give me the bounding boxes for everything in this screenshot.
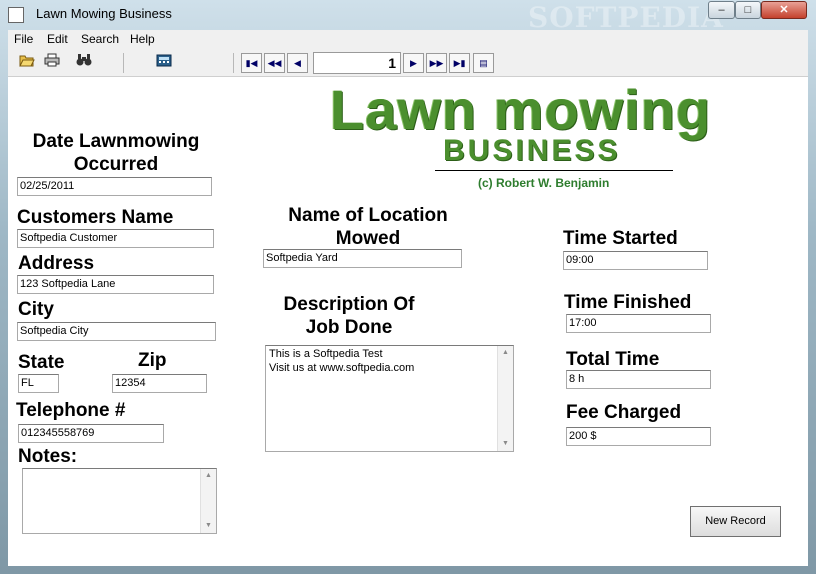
customer-field[interactable]: Softpedia Customer xyxy=(17,229,214,248)
notes-label: Notes: xyxy=(18,446,78,467)
minimize-button[interactable]: – xyxy=(708,1,735,19)
time-finished-label: Time Finished xyxy=(564,292,692,313)
notes-scrollbar[interactable]: ▲ ▼ xyxy=(200,469,216,533)
description-label-line1: Description Of xyxy=(283,294,415,315)
customer-label: Customers Name xyxy=(17,207,174,228)
time-started-label: Time Started xyxy=(563,228,678,249)
toolbar-separator xyxy=(123,53,124,73)
description-line: Visit us at www.softpedia.com xyxy=(269,362,415,374)
location-label-line2: Mowed xyxy=(335,228,401,249)
notes-textarea[interactable]: ▲ ▼ xyxy=(22,468,217,534)
maximize-button[interactable]: □ xyxy=(735,1,761,19)
scroll-down-icon[interactable]: ▼ xyxy=(201,519,216,533)
description-label: Description Of Job Done xyxy=(263,293,435,339)
next-record-icon[interactable]: ▶ xyxy=(403,53,424,73)
find-binoculars-icon[interactable] xyxy=(73,53,95,73)
title-bar[interactable]: Lawn Mowing Business SOFTPEDIA – □ ✕ xyxy=(0,0,816,34)
description-scrollbar[interactable]: ▲ ▼ xyxy=(497,346,513,451)
toolbar-separator xyxy=(233,53,234,73)
menu-file[interactable]: File xyxy=(14,32,33,46)
previous-record-icon[interactable]: ◀ xyxy=(287,53,308,73)
location-label-line1: Name of Location xyxy=(288,205,448,226)
state-field[interactable]: FL xyxy=(18,374,59,393)
close-button[interactable]: ✕ xyxy=(761,1,807,19)
time-finished-field[interactable]: 17:00 xyxy=(566,314,711,333)
record-properties-icon[interactable]: ▤ xyxy=(473,53,494,73)
menu-bar: File Edit Search Help xyxy=(8,30,808,51)
date-label: Date Lawnmowing Occurred xyxy=(14,130,218,176)
telephone-field[interactable]: 012345558769 xyxy=(18,424,164,443)
window-title: Lawn Mowing Business xyxy=(36,6,172,21)
open-folder-icon[interactable] xyxy=(16,53,38,73)
zip-field[interactable]: 12354 xyxy=(112,374,207,393)
menu-edit[interactable]: Edit xyxy=(47,32,68,46)
total-time-field[interactable]: 8 h xyxy=(566,370,711,389)
scroll-up-icon[interactable]: ▲ xyxy=(498,346,513,360)
copyright-text: (c) Robert W. Benjamin xyxy=(478,176,610,190)
state-label: State xyxy=(18,352,65,373)
scroll-down-icon[interactable]: ▼ xyxy=(498,437,513,451)
previous-page-icon[interactable]: ◀◀ xyxy=(264,53,285,73)
menu-help[interactable]: Help xyxy=(130,32,155,46)
description-label-line2: Job Done xyxy=(305,317,393,338)
fee-label: Fee Charged xyxy=(566,402,682,423)
last-record-icon[interactable]: ▶▮ xyxy=(449,53,470,73)
telephone-label: Telephone # xyxy=(16,400,126,421)
date-field[interactable]: 02/25/2011 xyxy=(17,177,212,196)
time-started-field[interactable]: 09:00 xyxy=(563,251,708,270)
address-label: Address xyxy=(18,253,95,274)
scroll-up-icon[interactable]: ▲ xyxy=(201,469,216,483)
description-line: This is a Softpedia Test xyxy=(269,348,383,360)
fee-field[interactable]: 200 $ xyxy=(566,427,711,446)
new-record-button[interactable]: New Record xyxy=(690,506,781,537)
app-window: Lawn Mowing Business SOFTPEDIA – □ ✕ Fil… xyxy=(0,0,816,574)
location-field[interactable]: Softpedia Yard xyxy=(263,249,462,268)
address-field[interactable]: 123 Softpedia Lane xyxy=(17,275,214,294)
next-page-icon[interactable]: ▶▶ xyxy=(426,53,447,73)
location-label: Name of Location Mowed xyxy=(263,204,473,250)
date-label-line2: Occurred xyxy=(73,154,159,175)
city-label: City xyxy=(18,299,54,320)
first-record-icon[interactable]: ▮◀ xyxy=(241,53,262,73)
menu-search[interactable]: Search xyxy=(81,32,119,46)
total-time-label: Total Time xyxy=(566,349,660,370)
app-icon[interactable] xyxy=(8,7,24,23)
logo-title: Lawn mowing xyxy=(330,78,712,141)
zip-label: Zip xyxy=(138,350,167,371)
print-icon[interactable] xyxy=(41,53,63,73)
description-textarea[interactable]: This is a Softpedia Test Visit us at www… xyxy=(265,345,514,452)
toolbar: ▮◀ ◀◀ ◀ ▶ ▶▶ ▶▮ ▤ xyxy=(8,50,808,77)
city-field[interactable]: Softpedia City xyxy=(17,322,216,341)
logo-subtitle: BUSINESS xyxy=(443,134,621,167)
calculator-icon[interactable] xyxy=(153,53,175,73)
date-label-line1: Date Lawnmowing xyxy=(32,131,200,152)
logo-divider xyxy=(435,170,673,171)
record-number-input[interactable]: 1 xyxy=(313,52,401,74)
